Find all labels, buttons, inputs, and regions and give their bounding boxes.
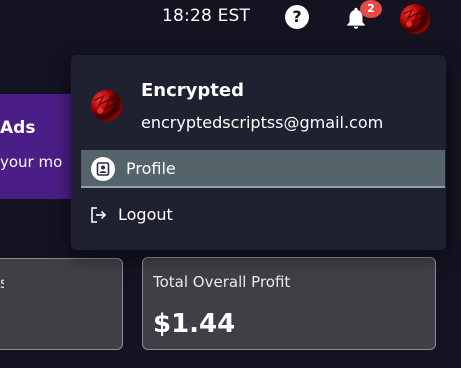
user-avatar-button[interactable] (400, 4, 430, 34)
menu-item-logout-label: Logout (118, 205, 173, 224)
profile-icon (91, 157, 115, 181)
user-email: encryptedscriptss@gmail.com (141, 113, 384, 132)
notification-badge: 2 (360, 0, 382, 18)
promo-subtitle: your mo (0, 153, 63, 171)
menu-item-profile-label: Profile (126, 159, 176, 178)
promo-card[interactable] (0, 94, 80, 199)
logout-icon (90, 206, 108, 224)
stat-total-profit-value: $1.44 (153, 309, 236, 339)
stat-total-profit-label: Total Overall Profit (153, 273, 291, 291)
user-name: Encrypted (141, 80, 244, 101)
promo-title: Ads (0, 118, 36, 138)
dropdown-avatar (91, 90, 122, 121)
help-icon[interactable]: ? (285, 5, 309, 29)
clock-time: 18:28 EST (162, 6, 251, 26)
stat-card-left (0, 258, 123, 350)
stat-left-label: s (0, 274, 4, 292)
